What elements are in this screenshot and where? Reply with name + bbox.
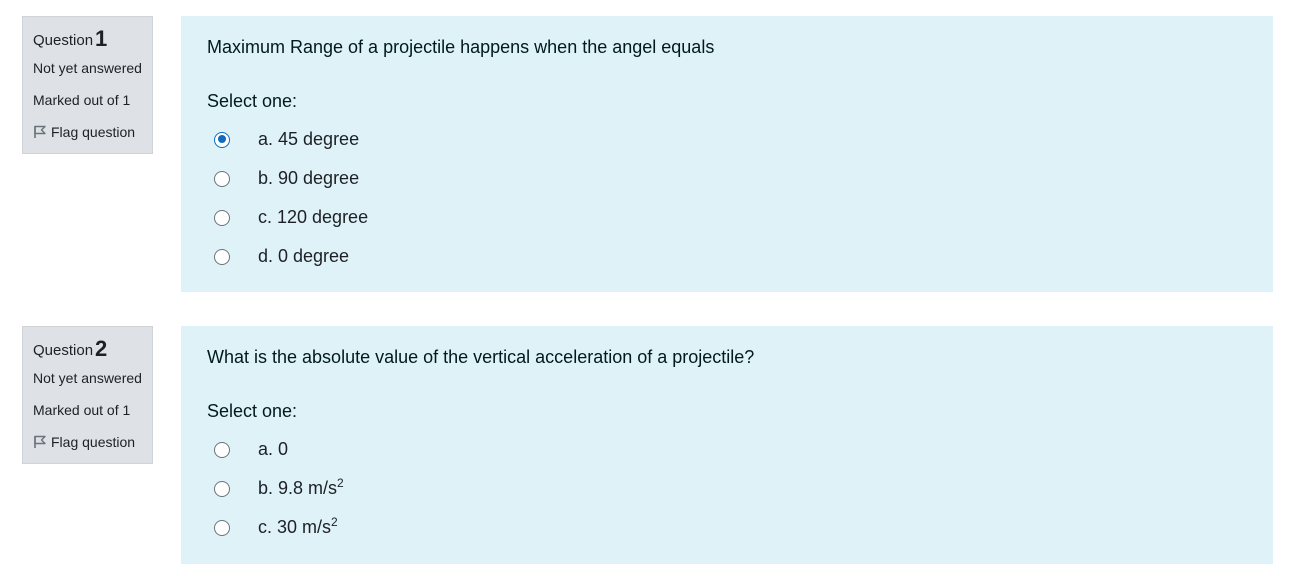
radio-button[interactable]: [214, 441, 230, 458]
answer-option-a[interactable]: a. 45 degree: [207, 120, 1247, 159]
question-state: Not yet answered: [33, 370, 142, 386]
question-info-panel: Question1 Not yet answered Marked out of…: [22, 16, 153, 154]
question-text: What is the absolute value of the vertic…: [207, 347, 755, 367]
question-grade: Marked out of 1: [33, 402, 131, 418]
flag-question-link[interactable]: Flag question: [33, 121, 142, 143]
answer-label[interactable]: d. 0 degree: [258, 246, 349, 267]
answer-text: a. 0: [258, 439, 289, 459]
answer-option-a[interactable]: a. 0: [207, 430, 1247, 469]
radio-button[interactable]: [214, 131, 230, 148]
question-1: Question1 Not yet answered Marked out of…: [0, 0, 1289, 300]
answer-option-d[interactable]: d. 0 degree: [207, 237, 1247, 276]
question-number-value: 2: [95, 336, 108, 361]
answer-label[interactable]: b. 90 degree: [258, 168, 359, 189]
flag-icon: [34, 125, 46, 138]
answer-label[interactable]: c. 30 m/s2: [258, 515, 338, 538]
answer-list: a. 0 b. 9.8 m/s2 c. 30 m/s2: [207, 430, 1247, 547]
flag-question-link[interactable]: Flag question: [33, 431, 142, 453]
question-number-value: 1: [95, 26, 108, 51]
question-2: Question2 Not yet answered Marked out of…: [0, 310, 1289, 576]
question-number: Question2: [33, 335, 142, 365]
answer-option-b[interactable]: b. 90 degree: [207, 159, 1247, 198]
answer-label[interactable]: c. 120 degree: [258, 207, 368, 228]
radio-button[interactable]: [214, 519, 230, 536]
radio-button[interactable]: [214, 248, 230, 265]
select-one-prompt: Select one:: [207, 401, 298, 421]
question-label: Question: [33, 342, 94, 359]
flag-question-label: Flag question: [51, 434, 136, 450]
flag-icon: [34, 435, 46, 448]
question-info-panel: Question2 Not yet answered Marked out of…: [22, 326, 153, 464]
question-state: Not yet answered: [33, 60, 142, 76]
answer-text: c. 30 m/s: [258, 517, 332, 537]
question-label: Question: [33, 32, 94, 49]
question-content: Maximum Range of a projectile happens wh…: [181, 16, 1273, 292]
answer-label[interactable]: a. 45 degree: [258, 129, 359, 150]
answer-text: b. 9.8 m/s: [258, 478, 338, 498]
answer-label[interactable]: b. 9.8 m/s2: [258, 476, 344, 499]
flag-question-label: Flag question: [51, 124, 136, 140]
question-text: Maximum Range of a projectile happens wh…: [207, 37, 715, 57]
question-grade: Marked out of 1: [33, 92, 131, 108]
answer-option-c[interactable]: c. 120 degree: [207, 198, 1247, 237]
superscript: 2: [337, 476, 344, 490]
superscript: 2: [331, 515, 338, 529]
answer-option-b[interactable]: b. 9.8 m/s2: [207, 469, 1247, 508]
radio-button[interactable]: [214, 209, 230, 226]
select-one-prompt: Select one:: [207, 91, 298, 111]
question-content: What is the absolute value of the vertic…: [181, 326, 1273, 564]
answer-option-c[interactable]: c. 30 m/s2: [207, 508, 1247, 547]
radio-button[interactable]: [214, 480, 230, 497]
answer-list: a. 45 degree b. 90 degree c. 120 degree …: [207, 120, 1247, 276]
radio-button[interactable]: [214, 170, 230, 187]
question-number: Question1: [33, 25, 142, 55]
answer-label[interactable]: a. 0: [258, 439, 288, 460]
